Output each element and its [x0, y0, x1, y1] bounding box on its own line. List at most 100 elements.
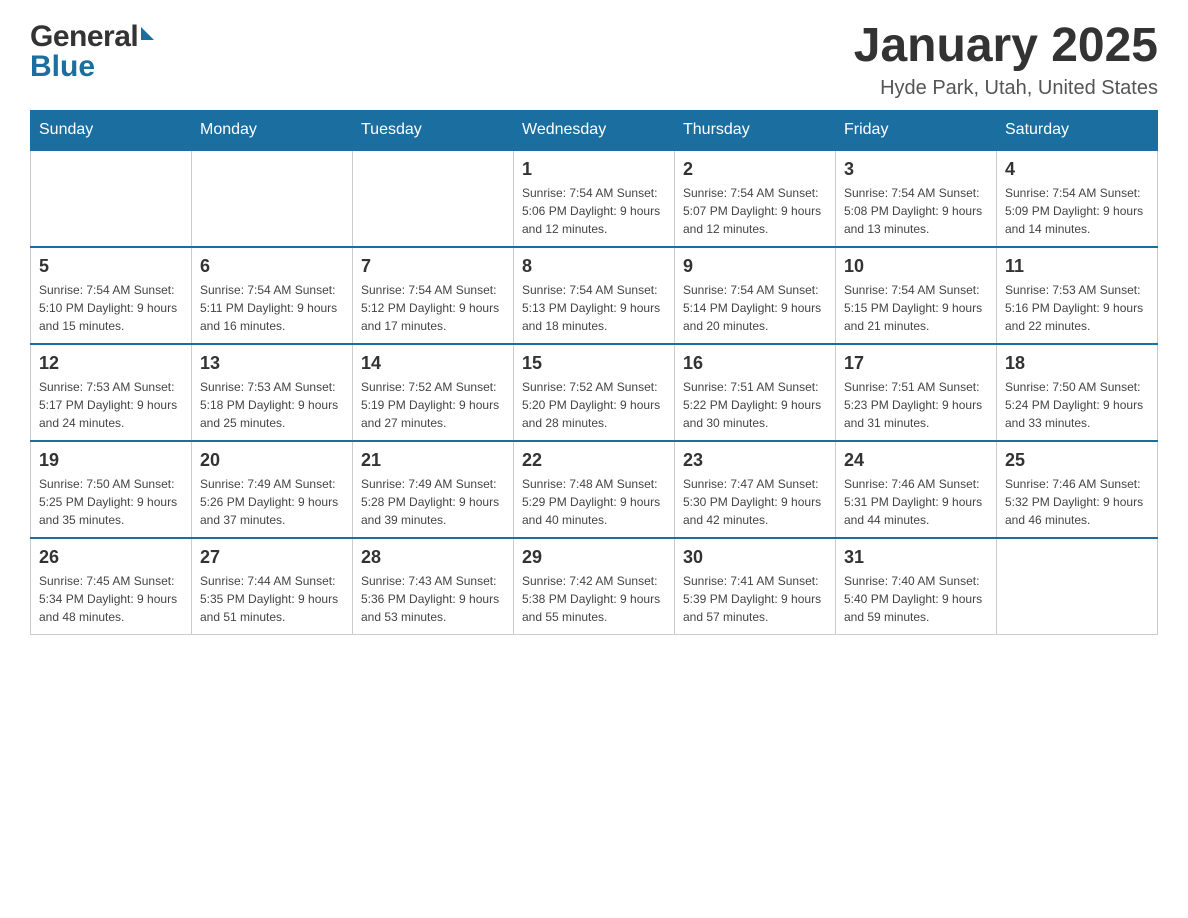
day-number: 4 [1005, 159, 1149, 180]
calendar-week-5: 26 Sunrise: 7:45 AM Sunset: 5:34 PM Dayli… [31, 538, 1158, 635]
calendar-cell: 2 Sunrise: 7:54 AM Sunset: 5:07 PM Daylig… [675, 150, 836, 247]
day-info: Sunrise: 7:53 AM Sunset: 5:17 PM Dayligh… [39, 378, 183, 432]
calendar-cell [192, 150, 353, 247]
day-info: Sunrise: 7:54 AM Sunset: 5:09 PM Dayligh… [1005, 184, 1149, 238]
weekday-header-tuesday: Tuesday [353, 110, 514, 150]
title-section: January 2025 Hyde Park, Utah, United Sta… [854, 20, 1158, 100]
calendar-cell: 22 Sunrise: 7:48 AM Sunset: 5:29 PM Dayli… [514, 441, 675, 538]
calendar-cell: 29Sunrise: 7:42 AM Sunset: 5:38 PM Dayli… [514, 538, 675, 635]
day-number: 14 [361, 353, 505, 374]
day-info: Sunrise: 7:46 AM Sunset: 5:31 PM Dayligh… [844, 475, 988, 529]
day-info: Sunrise: 7:48 AM Sunset: 5:29 PM Dayligh… [522, 475, 666, 529]
calendar-cell: 3 Sunrise: 7:54 AM Sunset: 5:08 PM Daylig… [836, 150, 997, 247]
calendar-cell: 17 Sunrise: 7:51 AM Sunset: 5:23 PM Dayli… [836, 344, 997, 441]
calendar-cell: 24 Sunrise: 7:46 AM Sunset: 5:31 PM Dayli… [836, 441, 997, 538]
calendar-week-1: 1Sunrise: 7:54 AM Sunset: 5:06 PM Daylig… [31, 150, 1158, 247]
day-number: 3 [844, 159, 988, 180]
calendar-cell: 26 Sunrise: 7:45 AM Sunset: 5:34 PM Dayli… [31, 538, 192, 635]
calendar-cell [353, 150, 514, 247]
calendar-cell: 11 Sunrise: 7:53 AM Sunset: 5:16 PM Dayli… [997, 247, 1158, 344]
day-info: Sunrise: 7:49 AM Sunset: 5:28 PM Dayligh… [361, 475, 505, 529]
calendar-week-3: 12 Sunrise: 7:53 AM Sunset: 5:17 PM Dayli… [31, 344, 1158, 441]
weekday-header-friday: Friday [836, 110, 997, 150]
calendar-body: 1Sunrise: 7:54 AM Sunset: 5:06 PM Daylig… [31, 150, 1158, 635]
calendar-cell: 9Sunrise: 7:54 AM Sunset: 5:14 PM Daylig… [675, 247, 836, 344]
day-info: Sunrise: 7:43 AM Sunset: 5:36 PM Dayligh… [361, 572, 505, 626]
calendar-cell: 16 Sunrise: 7:51 AM Sunset: 5:22 PM Dayli… [675, 344, 836, 441]
calendar-cell: 5 Sunrise: 7:54 AM Sunset: 5:10 PM Daylig… [31, 247, 192, 344]
day-info: Sunrise: 7:50 AM Sunset: 5:24 PM Dayligh… [1005, 378, 1149, 432]
day-number: 21 [361, 450, 505, 471]
day-info: Sunrise: 7:45 AM Sunset: 5:34 PM Dayligh… [39, 572, 183, 626]
day-info: Sunrise: 7:54 AM Sunset: 5:13 PM Dayligh… [522, 281, 666, 335]
day-number: 16 [683, 353, 827, 374]
day-info: Sunrise: 7:51 AM Sunset: 5:23 PM Dayligh… [844, 378, 988, 432]
day-info: Sunrise: 7:54 AM Sunset: 5:12 PM Dayligh… [361, 281, 505, 335]
calendar-cell: 15Sunrise: 7:52 AM Sunset: 5:20 PM Dayli… [514, 344, 675, 441]
calendar-cell: 12 Sunrise: 7:53 AM Sunset: 5:17 PM Dayli… [31, 344, 192, 441]
calendar-cell: 30Sunrise: 7:41 AM Sunset: 5:39 PM Dayli… [675, 538, 836, 635]
day-number: 27 [200, 547, 344, 568]
logo-general-text: General [30, 20, 138, 54]
day-number: 17 [844, 353, 988, 374]
day-info: Sunrise: 7:46 AM Sunset: 5:32 PM Dayligh… [1005, 475, 1149, 529]
calendar-cell: 28Sunrise: 7:43 AM Sunset: 5:36 PM Dayli… [353, 538, 514, 635]
day-info: Sunrise: 7:53 AM Sunset: 5:16 PM Dayligh… [1005, 281, 1149, 335]
day-number: 5 [39, 256, 183, 277]
day-number: 7 [361, 256, 505, 277]
day-info: Sunrise: 7:54 AM Sunset: 5:14 PM Dayligh… [683, 281, 827, 335]
day-number: 25 [1005, 450, 1149, 471]
calendar-cell: 6 Sunrise: 7:54 AM Sunset: 5:11 PM Daylig… [192, 247, 353, 344]
day-number: 12 [39, 353, 183, 374]
calendar-week-4: 19Sunrise: 7:50 AM Sunset: 5:25 PM Dayli… [31, 441, 1158, 538]
calendar-cell: 23 Sunrise: 7:47 AM Sunset: 5:30 PM Dayli… [675, 441, 836, 538]
calendar-cell: 20 Sunrise: 7:49 AM Sunset: 5:26 PM Dayli… [192, 441, 353, 538]
calendar-cell: 27 Sunrise: 7:44 AM Sunset: 5:35 PM Dayli… [192, 538, 353, 635]
calendar-week-2: 5 Sunrise: 7:54 AM Sunset: 5:10 PM Daylig… [31, 247, 1158, 344]
day-info: Sunrise: 7:49 AM Sunset: 5:26 PM Dayligh… [200, 475, 344, 529]
day-number: 15 [522, 353, 666, 374]
day-info: Sunrise: 7:44 AM Sunset: 5:35 PM Dayligh… [200, 572, 344, 626]
day-number: 18 [1005, 353, 1149, 374]
calendar-cell: 8 Sunrise: 7:54 AM Sunset: 5:13 PM Daylig… [514, 247, 675, 344]
logo-blue-text: Blue [30, 50, 95, 84]
day-number: 6 [200, 256, 344, 277]
day-number: 29 [522, 547, 666, 568]
day-number: 23 [683, 450, 827, 471]
calendar-cell: 25 Sunrise: 7:46 AM Sunset: 5:32 PM Dayli… [997, 441, 1158, 538]
calendar-cell: 7 Sunrise: 7:54 AM Sunset: 5:12 PM Daylig… [353, 247, 514, 344]
calendar-cell: 31Sunrise: 7:40 AM Sunset: 5:40 PM Dayli… [836, 538, 997, 635]
weekday-header-monday: Monday [192, 110, 353, 150]
day-number: 24 [844, 450, 988, 471]
weekday-header-thursday: Thursday [675, 110, 836, 150]
logo-flag-icon [141, 27, 154, 40]
calendar-table: SundayMondayTuesdayWednesdayThursdayFrid… [30, 110, 1158, 635]
day-number: 1 [522, 159, 666, 180]
calendar-cell: 1Sunrise: 7:54 AM Sunset: 5:06 PM Daylig… [514, 150, 675, 247]
day-info: Sunrise: 7:54 AM Sunset: 5:07 PM Dayligh… [683, 184, 827, 238]
calendar-cell: 4 Sunrise: 7:54 AM Sunset: 5:09 PM Daylig… [997, 150, 1158, 247]
location-text: Hyde Park, Utah, United States [854, 77, 1158, 100]
day-info: Sunrise: 7:47 AM Sunset: 5:30 PM Dayligh… [683, 475, 827, 529]
day-info: Sunrise: 7:54 AM Sunset: 5:15 PM Dayligh… [844, 281, 988, 335]
calendar-cell: 19Sunrise: 7:50 AM Sunset: 5:25 PM Dayli… [31, 441, 192, 538]
day-number: 11 [1005, 256, 1149, 277]
day-info: Sunrise: 7:52 AM Sunset: 5:19 PM Dayligh… [361, 378, 505, 432]
day-number: 22 [522, 450, 666, 471]
day-number: 20 [200, 450, 344, 471]
weekday-header-sunday: Sunday [31, 110, 192, 150]
day-info: Sunrise: 7:51 AM Sunset: 5:22 PM Dayligh… [683, 378, 827, 432]
calendar-cell [997, 538, 1158, 635]
day-number: 10 [844, 256, 988, 277]
day-info: Sunrise: 7:54 AM Sunset: 5:10 PM Dayligh… [39, 281, 183, 335]
day-number: 8 [522, 256, 666, 277]
weekday-header-saturday: Saturday [997, 110, 1158, 150]
weekday-header-row: SundayMondayTuesdayWednesdayThursdayFrid… [31, 110, 1158, 150]
day-number: 2 [683, 159, 827, 180]
day-number: 26 [39, 547, 183, 568]
calendar-cell: 18 Sunrise: 7:50 AM Sunset: 5:24 PM Dayli… [997, 344, 1158, 441]
day-info: Sunrise: 7:54 AM Sunset: 5:11 PM Dayligh… [200, 281, 344, 335]
day-info: Sunrise: 7:54 AM Sunset: 5:08 PM Dayligh… [844, 184, 988, 238]
page-header: General Blue January 2025 Hyde Park, Uta… [30, 20, 1158, 100]
day-info: Sunrise: 7:40 AM Sunset: 5:40 PM Dayligh… [844, 572, 988, 626]
